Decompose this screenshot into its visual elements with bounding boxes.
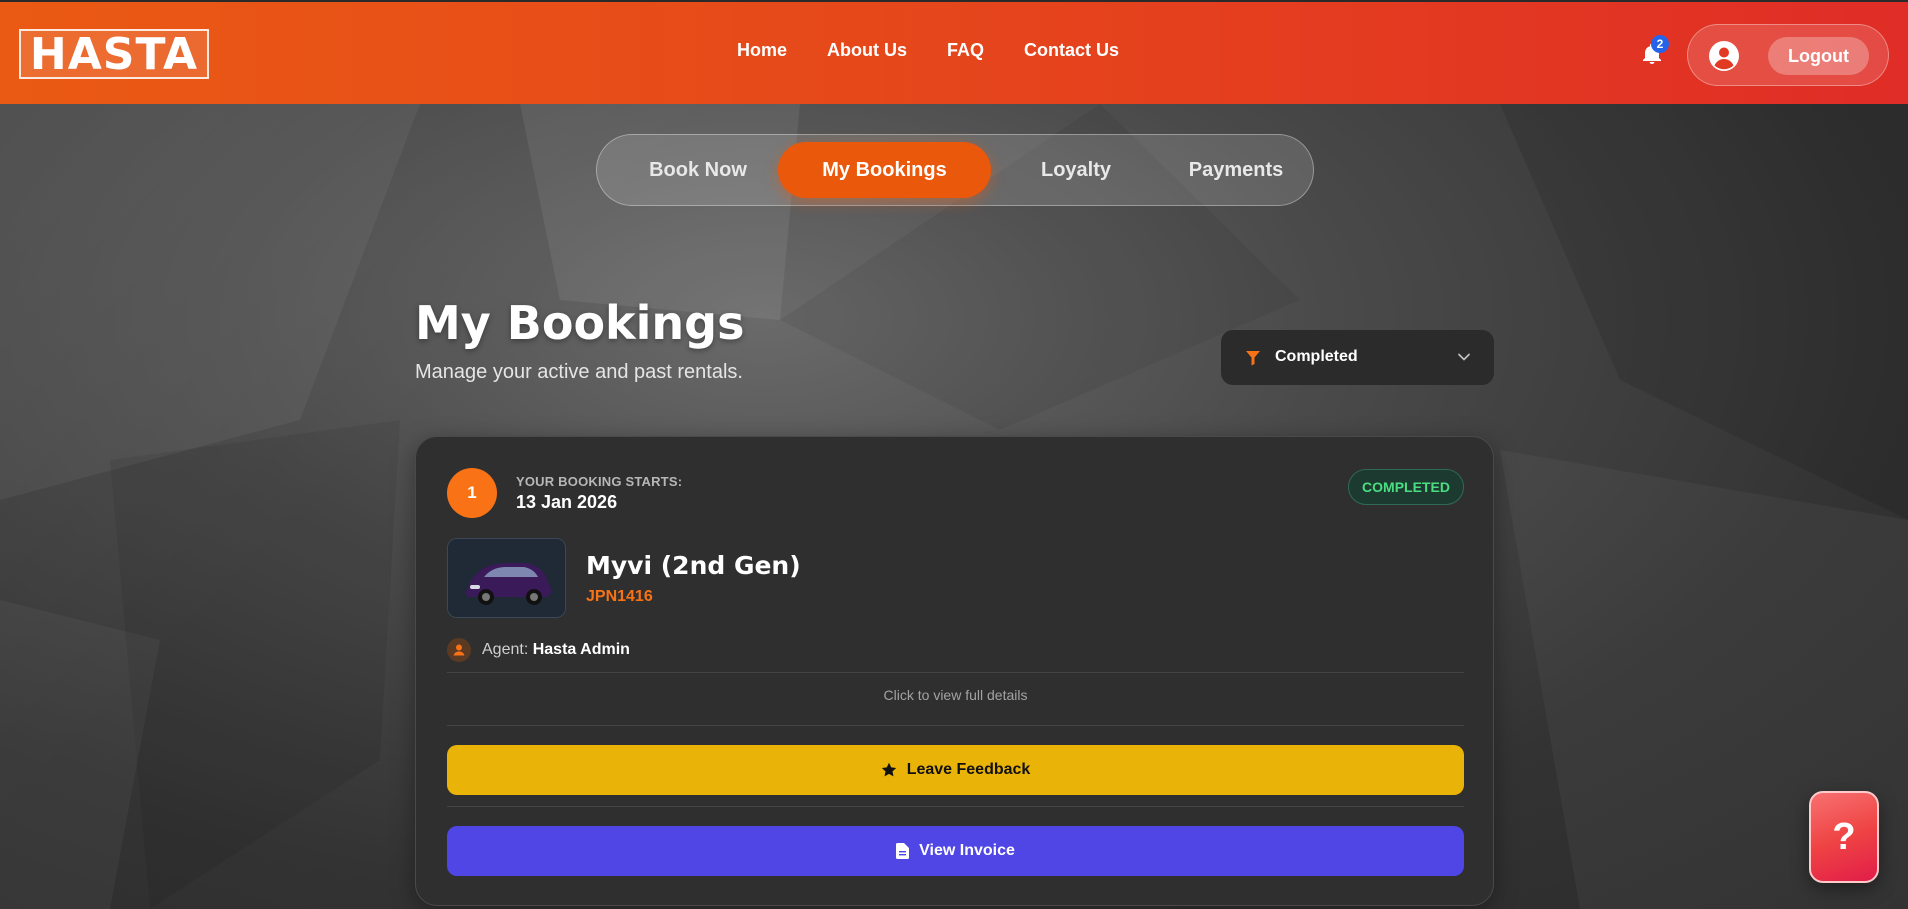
nav-faq-link[interactable]: FAQ [947,40,984,61]
booking-start-date: 13 Jan 2026 [516,492,618,512]
car-image [447,538,566,618]
leave-feedback-label: Leave Feedback [906,761,1031,778]
nav-home-link[interactable]: Home [737,40,787,61]
view-invoice-label: View Invoice [919,842,1015,859]
booking-card[interactable]: 1 YOUR BOOKING STARTS: 13 Jan 2026 COMPL… [415,436,1494,906]
tab-loyalty[interactable]: Loyalty [1001,142,1151,198]
booking-tabs: Book Now My Bookings Loyalty Payments [596,134,1314,206]
nav-contact-link[interactable]: Contact Us [1024,40,1119,61]
agent-label: Agent: [482,641,529,658]
tab-payments[interactable]: Payments [1161,142,1311,198]
booking-number-badge: 1 [447,468,497,518]
leave-feedback-button[interactable]: Leave Feedback [447,745,1464,795]
user-menu: Logout [1687,24,1889,86]
car-model-name: Myvi (2nd Gen) [586,551,801,580]
window-top-border [0,0,1908,2]
view-invoice-button[interactable]: View Invoice [447,826,1464,876]
card-divider [447,806,1464,807]
invoice-document-icon [896,843,910,859]
tab-book-now[interactable]: Book Now [623,142,773,198]
user-avatar-icon[interactable] [1708,40,1740,72]
top-navbar: HASTA Home About Us FAQ Contact Us 2 Log… [0,2,1908,104]
agent-name: Hasta Admin [532,641,630,658]
booking-starts-label: YOUR BOOKING STARTS: [516,474,683,489]
star-icon [881,762,896,777]
chevron-down-icon [1458,353,1470,361]
nav-about-link[interactable]: About Us [827,40,907,61]
agent-info: Agent: Hasta Admin [482,641,630,659]
agent-person-icon [447,638,471,662]
brand-logo[interactable]: HASTA [19,29,209,80]
status-filter-dropdown[interactable]: Completed [1221,330,1494,385]
logout-button[interactable]: Logout [1768,37,1869,75]
car-plate-number: JPN1416 [586,588,653,605]
notification-badge: 2 [1651,35,1669,53]
view-details-hint[interactable]: Click to view full details [416,687,1495,703]
card-divider [447,672,1464,673]
page-title: My Bookings [415,296,745,350]
help-button[interactable]: ? [1809,791,1879,883]
tab-my-bookings[interactable]: My Bookings [778,142,991,198]
status-badge: COMPLETED [1348,469,1464,505]
card-divider [447,725,1464,726]
filter-icon [1246,351,1260,366]
page-subtitle: Manage your active and past rentals. [415,361,743,383]
filter-selected-value: Completed [1275,348,1358,365]
main-nav: Home About Us FAQ Contact Us [737,40,1119,61]
